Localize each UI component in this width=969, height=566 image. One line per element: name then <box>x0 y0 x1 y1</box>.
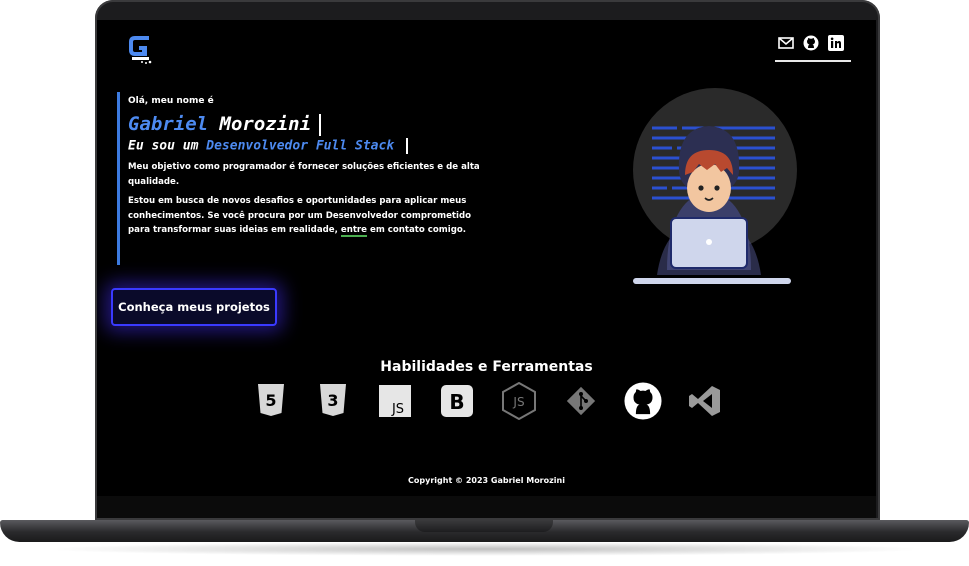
social-links <box>777 34 844 51</box>
svg-text:B: B <box>449 390 464 414</box>
social-underline <box>775 60 851 62</box>
email-icon[interactable] <box>777 34 794 51</box>
github-icon <box>624 382 662 420</box>
skills-title: Habilidades e Ferramentas <box>380 359 593 375</box>
role-title: Desenvolvedor Full Stack <box>206 138 395 154</box>
linkedin-icon[interactable] <box>827 34 844 51</box>
page-title: Gabriel Morozini <box>128 112 497 136</box>
typing-caret <box>406 138 409 154</box>
greeting-text: Olá, meu nome é <box>128 96 214 106</box>
developer-illustration <box>627 80 797 295</box>
skills-icons: 5 3 JS B JS <box>252 382 724 420</box>
javascript-icon: JS <box>376 382 414 420</box>
nodejs-icon: JS <box>500 382 538 420</box>
svg-text:JS: JS <box>391 402 404 417</box>
screen-bezel-bottom <box>97 496 876 518</box>
bootstrap-icon: B <box>438 382 476 420</box>
css3-icon: 3 <box>314 382 352 420</box>
first-name: Gabriel <box>128 113 209 135</box>
git-icon <box>562 382 600 420</box>
svg-text:5: 5 <box>265 391 276 410</box>
html5-icon: 5 <box>252 382 290 420</box>
laptop-shadow <box>40 542 930 556</box>
laptop-notch <box>415 520 553 532</box>
intro-section: Olá, meu nome é Gabriel Morozini Eu sou … <box>117 92 497 265</box>
intro-paragraph-2: Estou em busca de novos desafios e oport… <box>128 194 483 238</box>
g-logo-icon[interactable] <box>125 30 155 66</box>
screen: Olá, meu nome é Gabriel Morozini Eu sou … <box>97 20 876 518</box>
github-icon[interactable] <box>802 34 819 51</box>
svg-text:3: 3 <box>327 391 338 410</box>
last-name: Morozini <box>219 113 312 135</box>
intro-paragraph-1: Meu objetivo como programador é fornecer… <box>128 162 480 187</box>
role-prefix: Eu sou um <box>128 138 199 154</box>
footer-copyright: Copyright © 2023 Gabriel Morozini <box>408 476 565 485</box>
typing-caret <box>319 113 322 136</box>
contact-link[interactable]: entre <box>340 225 367 237</box>
role-line: Eu sou um Desenvolvedor Full Stack <box>128 138 497 154</box>
svg-text:JS: JS <box>512 395 524 409</box>
projects-button[interactable]: Conheça meus projetos <box>111 288 277 326</box>
vscode-icon <box>686 382 724 420</box>
paragraph-text: em contato comigo. <box>370 225 467 235</box>
